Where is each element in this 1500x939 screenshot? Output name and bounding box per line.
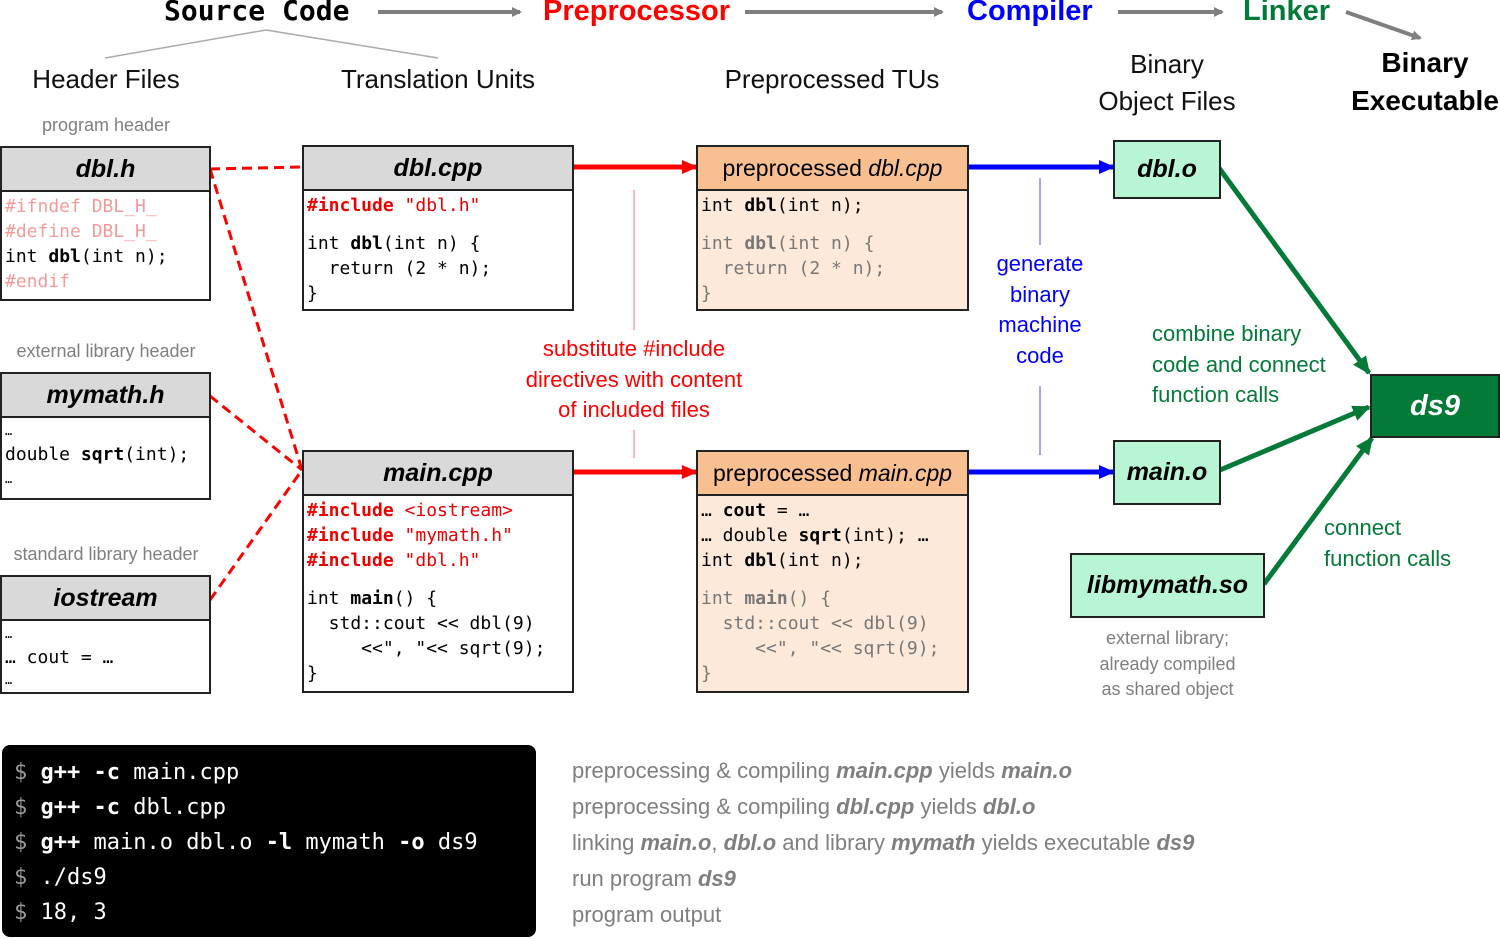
preprocessed-title-dbl: preprocessed dbl.cpp — [698, 147, 967, 191]
compiler-note: generate binary machine code — [996, 251, 1084, 368]
tu-title-dbl-cpp: dbl.cpp — [304, 147, 572, 191]
terminal-line: $ g++ -c main.cpp — [14, 760, 240, 785]
tu-box-dbl-cpp[interactable]: dbl.cpp #include "dbl.h" int dbl(int n) {… — [302, 145, 574, 311]
column-translation-units: Translation Units — [340, 64, 536, 94]
stage-compiler: Compiler — [967, 0, 1093, 27]
header-box-dbl-h[interactable]: dbl.h #ifndef DBL_H_ #define DBL_H_ int db… — [0, 146, 211, 301]
code-preprocessed-dbl: int dbl(int n); int dbl(int n) { return (… — [701, 195, 886, 304]
caption-standard-library-header: standard library header — [13, 544, 199, 564]
code-dbl-h: #ifndef DBL_H_ #define DBL_H_ int dbl(int … — [5, 196, 168, 292]
binary-executable-line1: Binary — [1381, 47, 1469, 78]
header-box-iostream[interactable]: iostream …… cout = …… — [0, 575, 211, 694]
header-title-mymath-h: mymath.h — [2, 374, 209, 418]
include-link-dbl-h-dbl-cpp — [209, 165, 303, 171]
link-arrow-main-o — [1219, 404, 1371, 473]
include-link-mymath-main-cpp — [209, 394, 303, 472]
include-link-iostream-main-cpp — [208, 469, 304, 601]
column-header-files: Header Files — [32, 64, 180, 94]
header-title-dbl-h: dbl.h — [2, 148, 209, 192]
library-libmymath-so[interactable]: libmymath.so — [1070, 553, 1265, 618]
terminal-line: $ ./ds9 — [14, 865, 107, 890]
caption-program-header: program header — [41, 115, 171, 135]
terminal-panel[interactable]: $ g++ -c main.cpp $ g++ -c dbl.cpp $ g++… — [2, 745, 536, 937]
library-caption: external library; already compiled as sh… — [1099, 628, 1236, 699]
terminal-line: $ g++ main.o dbl.o -l mymath -o ds9 — [14, 830, 478, 855]
header-box-mymath-h[interactable]: mymath.h … double sqrt(int);… — [0, 372, 211, 500]
explanation-line: program output — [572, 902, 722, 927]
library-link-note: connect function calls — [1324, 515, 1452, 571]
code-main-cpp: #include <iostream> #include "mymath.h" #i… — [307, 500, 546, 684]
explanation-line: preprocessing & compiling main.cpp yield… — [572, 758, 1073, 783]
object-file-dbl-o[interactable]: dbl.o — [1113, 140, 1221, 199]
stage-arrow-linker-executable — [1345, 10, 1422, 41]
include-link-dbl-h-main-cpp — [208, 168, 304, 471]
object-files-line2: Object Files — [1098, 86, 1236, 116]
preprocessed-title-main: preprocessed main.cpp — [698, 452, 967, 496]
object-files-line1: Binary — [1130, 49, 1204, 79]
object-file-main-o[interactable]: main.o — [1113, 440, 1221, 505]
code-iostream: …… cout = …… — [5, 627, 114, 687]
stage-source-code: Source Code — [164, 0, 350, 27]
column-preprocessed-tus: Preprocessed TUs — [724, 64, 940, 94]
preprocessed-box-main[interactable]: preprocessed main.cpp … cout = …… double… — [696, 450, 969, 693]
preprocessed-box-dbl[interactable]: preprocessed dbl.cpp int dbl(int n); int … — [696, 145, 969, 311]
terminal-line: $ 18, 3 — [14, 900, 107, 925]
explanation-line: run program ds9 — [572, 866, 736, 891]
explanation-line: linking main.o, dbl.o and library mymath… — [572, 830, 1195, 855]
stage-preprocessor: Preprocessor — [543, 0, 730, 27]
linker-note: combine binary code and connect function… — [1152, 321, 1326, 407]
code-mymath-h: … double sqrt(int);… — [5, 424, 190, 486]
code-dbl-cpp: #include "dbl.h" int dbl(int n) { return … — [307, 195, 492, 304]
stage-binary-executable: Binary Executable — [1345, 44, 1500, 120]
executable-ds9[interactable]: ds9 — [1370, 374, 1500, 438]
code-preprocessed-main: … cout = …… double sqrt(int); … int dbl(i… — [701, 500, 940, 684]
header-title-iostream: iostream — [2, 577, 209, 621]
tu-title-main-cpp: main.cpp — [304, 452, 572, 496]
column-object-files: Binary Object Files — [1086, 46, 1248, 120]
split-line-headers — [104, 29, 267, 59]
tu-box-main-cpp[interactable]: main.cpp #include <iostream> #include "my… — [302, 450, 574, 693]
explanation-line: preprocessing & compiling dbl.cpp yields… — [572, 794, 1036, 819]
split-line-tus — [265, 29, 439, 59]
stage-linker: Linker — [1243, 0, 1331, 27]
preprocessor-note: substitute #include directives with cont… — [525, 336, 743, 422]
caption-external-library-header: external library header — [16, 341, 196, 361]
command-explanations: preprocessing & compiling main.cpp yield… — [572, 753, 1194, 933]
terminal-line: $ g++ -c dbl.cpp — [14, 795, 226, 820]
binary-executable-line2: Executable — [1351, 85, 1499, 116]
